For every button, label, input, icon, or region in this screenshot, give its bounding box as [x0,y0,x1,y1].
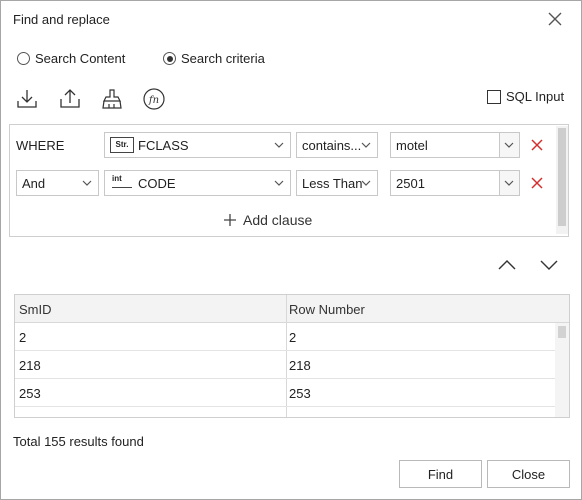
plus-icon [224,214,236,226]
table-header: SmID Row Number [15,295,569,323]
radio-search-criteria[interactable]: Search criteria [163,51,265,66]
import-icon[interactable] [15,87,39,111]
sql-input-checkbox[interactable] [487,89,501,104]
dialog-title: Find and replace [13,12,110,27]
add-clause-label: Add clause [243,212,313,228]
clause-prefix-where: WHERE [16,138,65,153]
cell-smid: 253 [19,386,41,401]
radio-button[interactable] [17,52,30,65]
chevron-down-icon [504,180,514,186]
cell-row-number: 253 [289,386,311,401]
clause-scrollbar-thumb[interactable] [558,128,566,226]
radio-search-content[interactable]: Search Content [17,51,125,66]
find-button[interactable]: Find [399,460,482,488]
sql-input-toggle[interactable]: SQL Input [487,89,564,104]
operator-value: contains... [302,137,362,153]
radio-label: Search Content [35,51,126,66]
next-result-icon[interactable] [539,257,559,273]
table-row[interactable]: 253 253 [15,379,555,407]
cell-smid: 2 [19,330,27,345]
add-clause-button[interactable]: Add clause [223,212,312,228]
sql-input-label: SQL Input [506,89,565,104]
logic-select[interactable]: And [16,170,99,196]
value-combobox[interactable]: motel [390,132,520,158]
radio-button[interactable] [163,52,176,65]
cell-smid: 4466 [19,414,48,417]
cell-row-number: 218 [289,358,311,373]
svg-text:fn: fn [148,95,159,106]
operator-select[interactable]: Less Than [296,170,378,196]
field-value: CODE [138,175,176,191]
export-icon[interactable] [58,87,82,111]
radio-label: Search criteria [181,51,265,66]
results-table: SmID Row Number 2 2 218 218 253 253 4466… [14,294,570,418]
chevron-down-icon [274,180,284,186]
table-row[interactable]: 218 218 [15,351,555,379]
chevron-down-icon [82,180,92,186]
previous-result-icon[interactable] [497,257,517,273]
delete-clause-icon[interactable] [530,138,544,152]
value-dropdown-button[interactable] [499,133,519,157]
type-label: int [112,174,122,183]
logic-value: And [22,175,46,191]
value-text: 2501 [396,175,425,191]
close-icon[interactable] [546,10,564,28]
integer-type-icon: int [110,174,134,191]
field-value: FCLASS [138,137,189,153]
value-text: motel [396,137,428,153]
chevron-down-icon [361,180,371,186]
field-select[interactable]: int CODE [104,170,291,196]
value-dropdown-button[interactable] [499,171,519,195]
chevron-down-icon [504,142,514,148]
operator-value: Less Than [302,175,363,191]
chevron-down-icon [361,142,371,148]
function-icon[interactable]: fn [142,87,166,111]
close-button[interactable]: Close [487,460,570,488]
operator-select[interactable]: contains... [296,132,378,158]
field-select[interactable]: Str. FCLASS [104,132,291,158]
chevron-down-icon [274,142,284,148]
cell-row-number: 2 [289,330,297,345]
results-status: Total 155 results found [13,434,144,449]
table-row[interactable]: 4466 4466 [15,407,555,417]
table-row[interactable]: 2 2 [15,323,555,351]
string-type-icon: Str. [110,137,134,153]
delete-clause-icon[interactable] [530,176,544,190]
column-header-smid[interactable]: SmID [19,302,52,317]
cell-smid: 218 [19,358,41,373]
clear-broom-icon[interactable] [100,87,124,111]
table-scrollbar-thumb[interactable] [558,326,566,338]
column-header-row-number[interactable]: Row Number [289,302,365,317]
cell-row-number: 4466 [289,414,318,417]
value-combobox[interactable]: 2501 [390,170,520,196]
find-replace-dialog: Find and replace Search Content Search c… [0,0,582,500]
